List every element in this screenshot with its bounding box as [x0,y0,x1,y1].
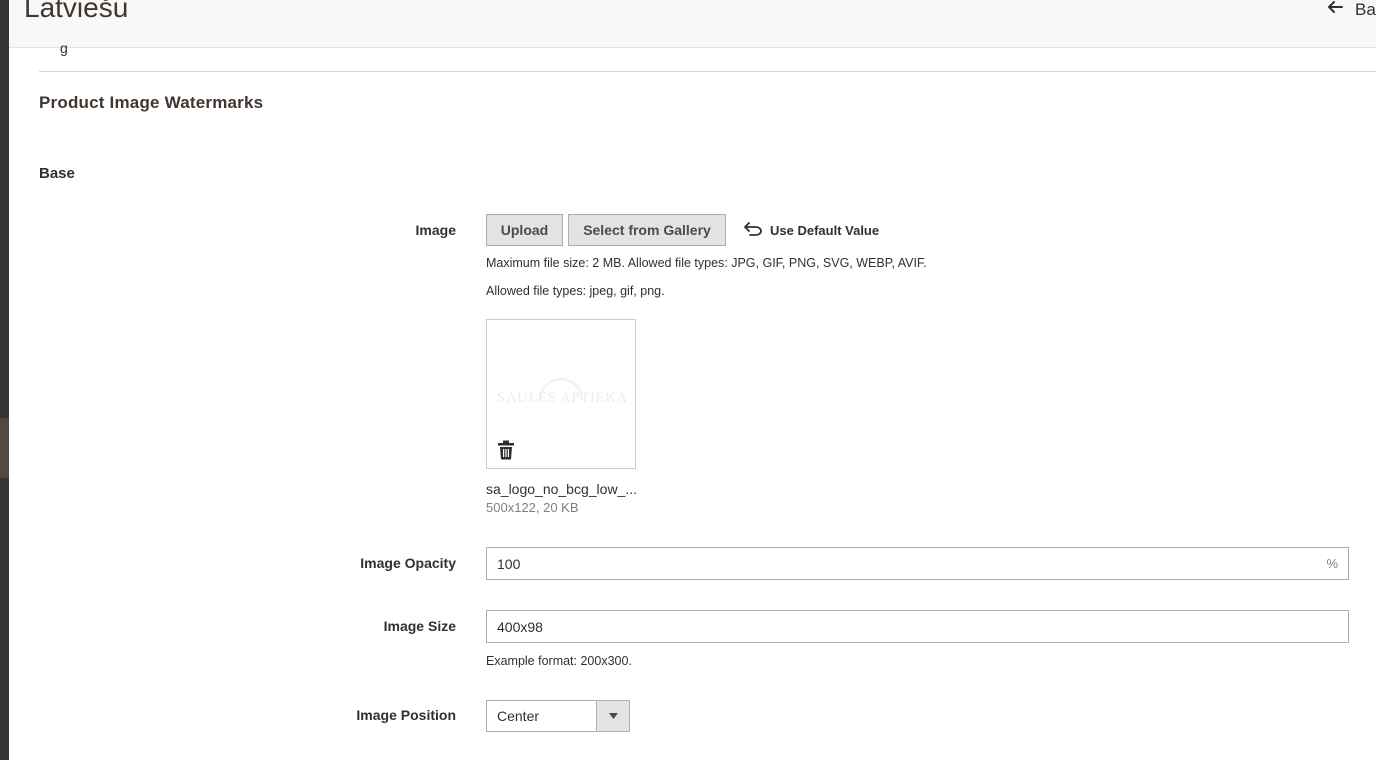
section-divider [39,71,1376,72]
max-file-size-note: Maximum file size: 2 MB. Allowed file ty… [486,256,927,270]
image-opacity-input[interactable]: 100 % [486,547,1349,580]
image-opacity-value: 100 [497,555,521,572]
image-preview[interactable]: SAULES APTIEKA [486,319,636,469]
image-position-value: Center [497,708,540,724]
image-size-input[interactable]: 400x98 [486,610,1349,643]
use-default-value-button[interactable]: Use Default Value [744,222,879,239]
admin-menu-rail [0,0,9,760]
previous-row-fragment: g [60,40,68,56]
image-position-label: Image Position [356,707,456,723]
upload-button[interactable]: Upload [486,214,563,246]
image-position-select[interactable]: Center [486,700,630,732]
trash-icon[interactable] [498,440,514,460]
page-header: Latviešu Ba [9,0,1376,48]
page-title: Latviešu [24,0,129,23]
menu-rail-marker [0,418,9,478]
file-meta: 500x122, 20 KB [486,500,579,515]
back-button-label: Ba [1355,0,1376,19]
file-name[interactable]: sa_logo_no_bcg_low_... [486,481,637,497]
image-size-note: Example format: 200x300. [486,654,632,668]
image-opacity-label: Image Opacity [360,555,456,571]
percent-suffix: % [1326,556,1338,571]
use-default-value-label: Use Default Value [770,223,880,238]
section-title: Product Image Watermarks [39,93,264,112]
back-button[interactable]: Ba [1327,0,1376,20]
group-title: Base [39,165,75,182]
image-label: Image [415,222,456,238]
select-from-gallery-button[interactable]: Select from Gallery [568,214,726,246]
arrow-left-icon [1327,0,1343,20]
caret-down-icon [596,701,629,731]
image-size-label: Image Size [383,618,456,634]
image-size-value: 400x98 [497,618,543,635]
allowed-file-types-note: Allowed file types: jpeg, gif, png. [486,284,665,298]
undo-icon [744,222,762,239]
preview-logo: SAULES APTIEKA [497,390,628,406]
